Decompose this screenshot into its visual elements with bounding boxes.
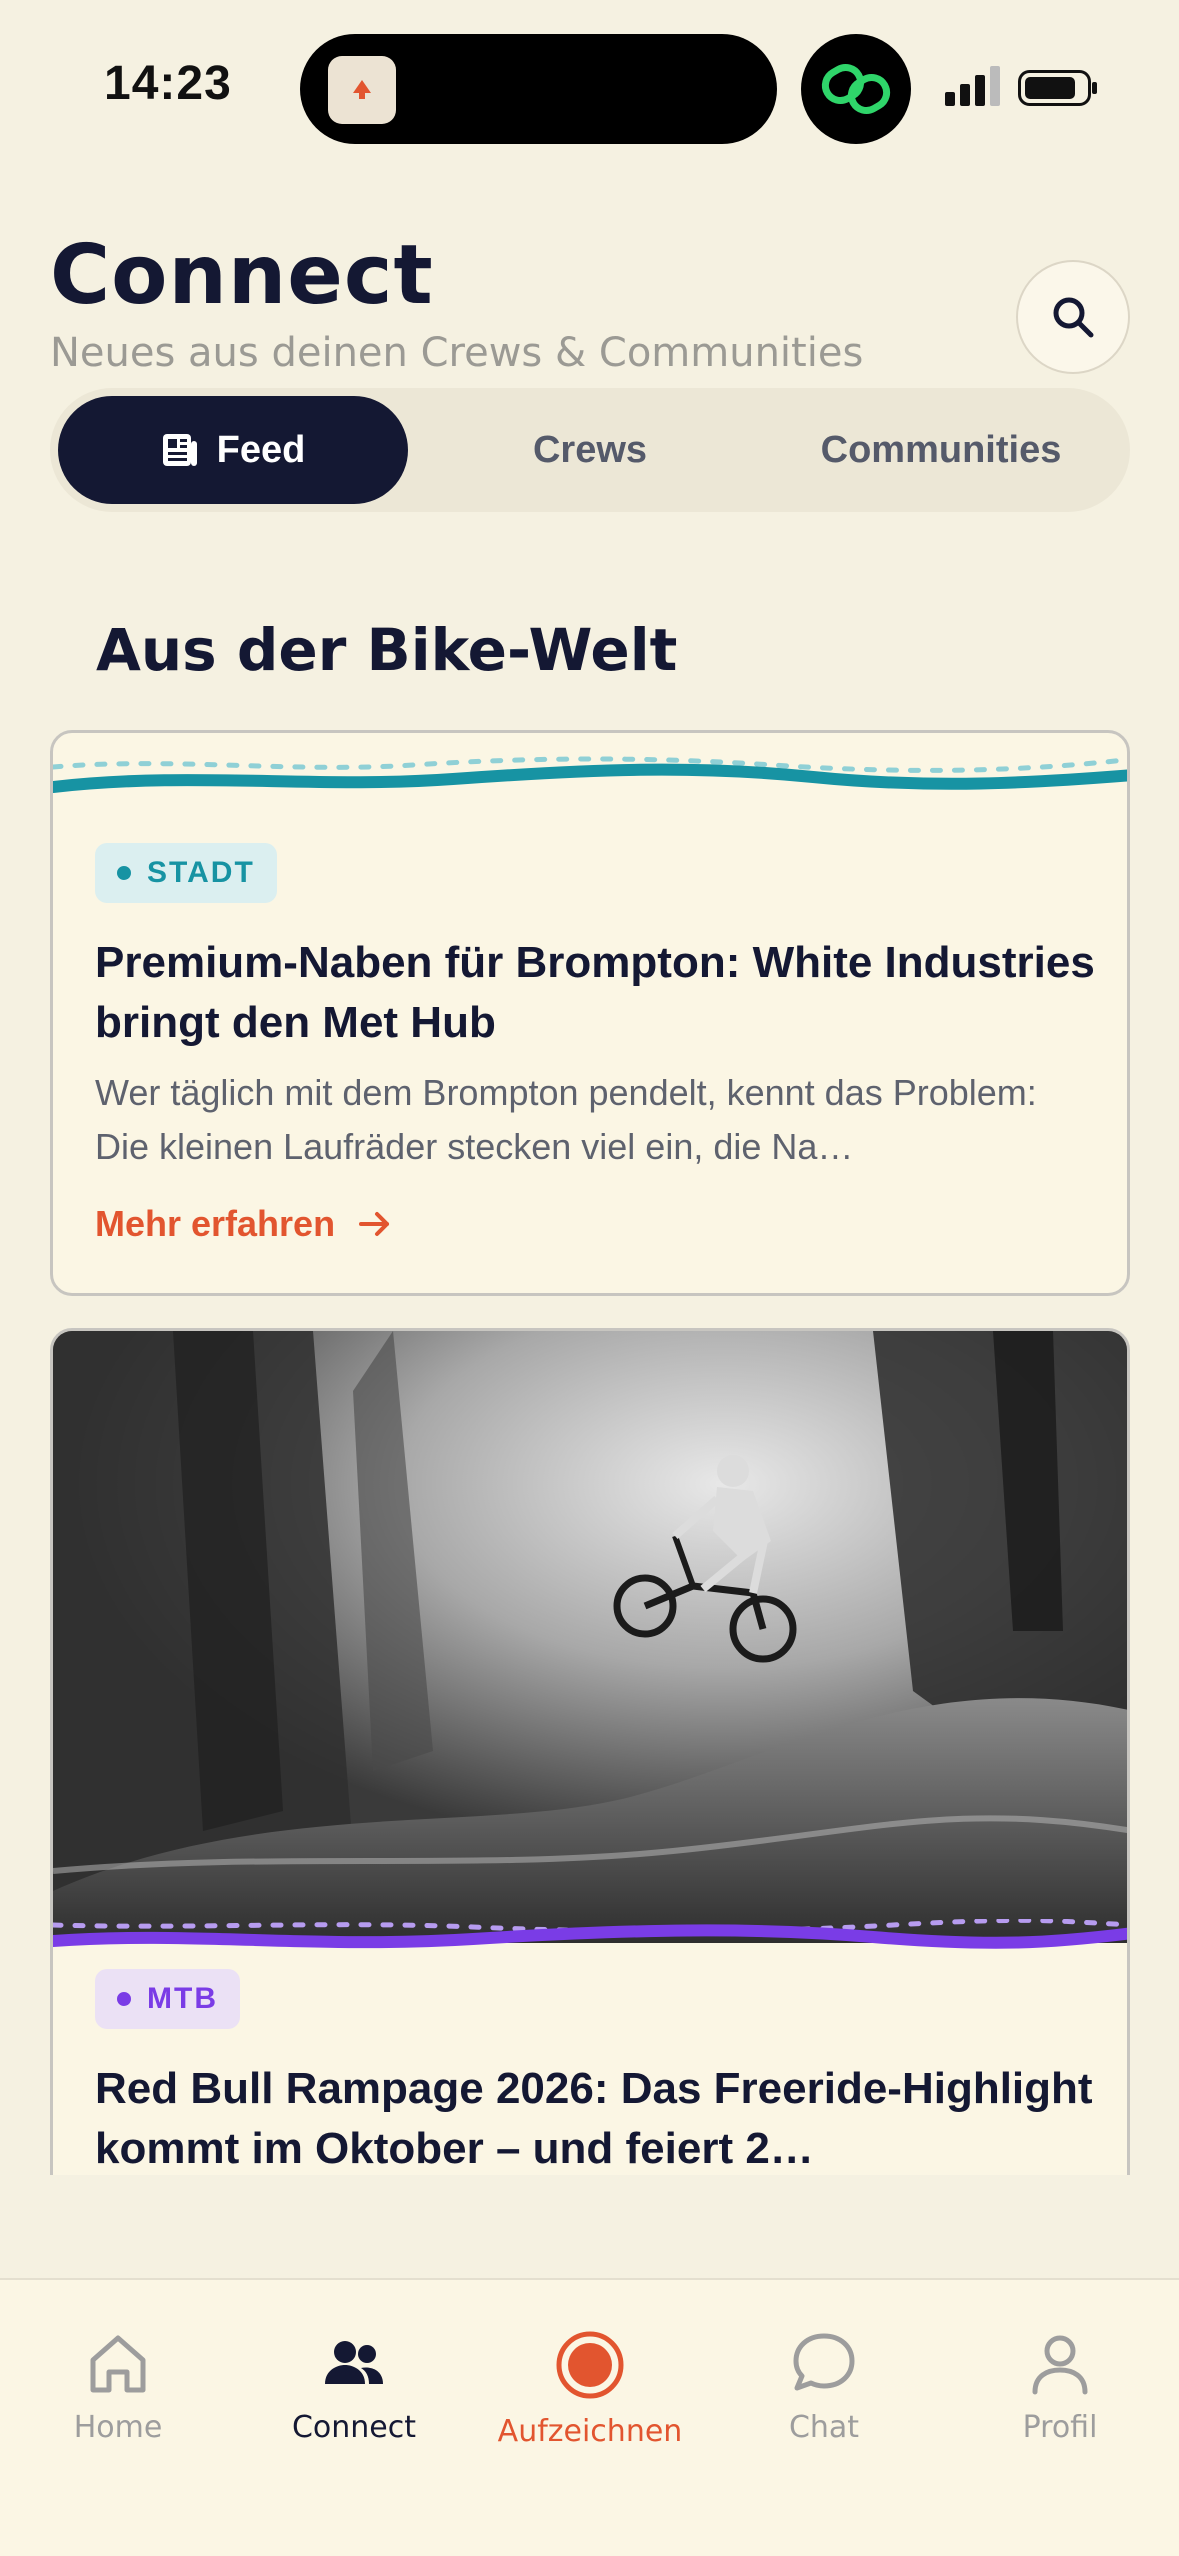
page-title: Connect (50, 228, 434, 323)
section-title: Aus der Bike-Welt (96, 616, 678, 684)
nav-connect[interactable]: Connect (236, 2330, 472, 2445)
tab-communities-label: Communities (820, 428, 1062, 471)
record-icon (556, 2331, 624, 2399)
category-wave-divider (53, 1919, 1127, 1949)
battery-icon (1018, 70, 1097, 106)
status-bar: 14:23 (0, 0, 1179, 160)
article-title[interactable]: Premium-Naben für Brompton: White Indust… (95, 933, 1095, 1053)
nav-label: Connect (291, 2410, 417, 2445)
segmented-tabs: Feed Crews Communities (50, 388, 1130, 512)
dynamic-island (300, 34, 777, 144)
category-dot (117, 1992, 131, 2006)
article-card[interactable]: MTB Red Bull Rampage 2026: Das Freeride-… (50, 1328, 1130, 2175)
tab-crews[interactable]: Crews (420, 396, 760, 504)
nav-label: Aufzeichnen (497, 2414, 683, 2449)
category-badge: STADT (95, 843, 277, 903)
profile-icon (1032, 2335, 1088, 2395)
category-badge: MTB (95, 1969, 240, 2029)
nav-profile[interactable]: Profil (942, 2330, 1178, 2445)
category-label: MTB (147, 1982, 218, 2015)
people-icon (325, 2341, 383, 2384)
chat-icon (793, 2333, 855, 2391)
article-excerpt: Wer täglich mit dem Brompton pendelt, ke… (95, 1072, 1037, 1167)
nav-label: Chat (788, 2410, 860, 2445)
article-title[interactable]: Red Bull Rampage 2026: Das Freeride-High… (95, 2059, 1095, 2175)
category-dot (117, 866, 131, 880)
read-more-link[interactable]: Mehr erfahren (95, 1203, 393, 1245)
page-subtitle: Neues aus deinen Crews & Communities (50, 330, 864, 376)
search-icon (1053, 297, 1094, 338)
search-button[interactable] (1016, 260, 1130, 374)
arrow-right-icon (359, 1212, 390, 1236)
nav-label: Home (73, 2410, 163, 2445)
tab-crews-label: Crews (532, 428, 648, 471)
tab-feed[interactable]: Feed (58, 396, 408, 504)
nav-chat[interactable]: Chat (706, 2330, 942, 2445)
nav-label: Profil (1022, 2410, 1098, 2445)
live-activity-app-icon (328, 56, 396, 124)
newspaper-icon (161, 431, 199, 469)
nav-home[interactable]: Home (0, 2330, 236, 2445)
nav-record[interactable]: Aufzeichnen (472, 2330, 708, 2449)
cellular-signal-icon (945, 66, 1000, 106)
news-feed[interactable]: STADT Premium-Naben für Brompton: White … (0, 720, 1179, 2175)
category-label: STADT (147, 856, 255, 889)
tab-feed-label: Feed (216, 428, 306, 471)
read-more-label: Mehr erfahren (95, 1203, 336, 1244)
article-photo-mountain-bike-jump (53, 1331, 1127, 1943)
link-activity-icon (801, 34, 911, 144)
bottom-navigation: Home Connect Aufzeichnen Chat Profil (0, 2278, 1179, 2556)
home-icon (90, 2335, 146, 2393)
category-wave-divider (53, 756, 1127, 793)
status-time: 14:23 (104, 57, 232, 110)
article-card[interactable]: STADT Premium-Naben für Brompton: White … (50, 730, 1130, 1296)
tab-communities[interactable]: Communities (760, 396, 1122, 504)
